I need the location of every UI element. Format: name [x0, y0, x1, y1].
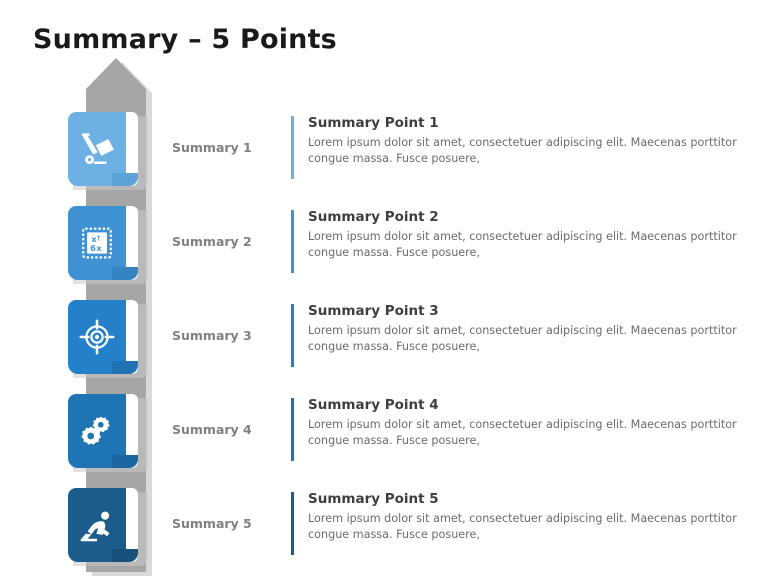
summary-row: Summary 1 Summary Point 1 Lorem ipsum do…	[0, 104, 768, 198]
summary-point-heading: Summary Point 4	[308, 397, 439, 413]
summary-point-body: Lorem ipsum dolor sit amet, consectetuer…	[308, 323, 737, 353]
svg-text:x: x	[96, 243, 102, 253]
accent-bar	[291, 304, 294, 367]
page-title: Summary – 5 Points	[33, 24, 337, 55]
accent-bar	[291, 210, 294, 273]
icon-tile-2[interactable]: x ↑ 6 x	[68, 206, 148, 284]
summary-point-body: Lorem ipsum dolor sit amet, consectetuer…	[308, 135, 737, 165]
summary-text-block: Summary Point 4 Lorem ipsum dolor sit am…	[308, 397, 750, 449]
summary-row: Summary 3 Summary Point 3 Lorem ipsum do…	[0, 292, 768, 386]
runner-start-icon	[75, 501, 119, 549]
summary-text-block: Summary Point 2 Lorem ipsum dolor sit am…	[308, 209, 750, 261]
svg-text:↑: ↑	[96, 235, 102, 243]
summary-point-body: Lorem ipsum dolor sit amet, consectetuer…	[308, 417, 737, 447]
icon-tile-4[interactable]	[68, 394, 148, 472]
tile-page-fold	[112, 267, 138, 280]
summary-point-heading: Summary Point 3	[308, 303, 439, 319]
summary-text-block: Summary Point 1 Lorem ipsum dolor sit am…	[308, 115, 750, 167]
summary-row-label: Summary 4	[172, 422, 252, 437]
target-crosshair-icon	[75, 313, 119, 361]
summary-row-label: Summary 1	[172, 140, 252, 155]
tile-page-fold	[112, 361, 138, 374]
summary-row-label: Summary 3	[172, 328, 252, 343]
summary-row-label: Summary 5	[172, 516, 252, 531]
accent-bar	[291, 492, 294, 555]
summary-row: Summary 5 Summary Point 5 Lorem ipsum do…	[0, 480, 768, 574]
icon-tile-5[interactable]	[68, 488, 148, 566]
icon-tile-3[interactable]	[68, 300, 148, 378]
tile-page-fold	[112, 455, 138, 468]
tile-page-fold	[112, 173, 138, 186]
icon-tile-1[interactable]	[68, 112, 148, 190]
summary-text-block: Summary Point 3 Lorem ipsum dolor sit am…	[308, 303, 750, 355]
summary-row: Summary 4 Summary Point 4 Lorem ipsum do…	[0, 386, 768, 480]
gears-icon	[75, 407, 119, 455]
summary-row: x ↑ 6 x Summary 2 Summary Point 2 Lorem …	[0, 198, 768, 292]
summary-row-label: Summary 2	[172, 234, 252, 249]
summary-point-body: Lorem ipsum dolor sit amet, consectetuer…	[308, 511, 737, 541]
summary-point-heading: Summary Point 5	[308, 491, 439, 507]
accent-bar	[291, 116, 294, 179]
summary-point-body: Lorem ipsum dolor sit amet, consectetuer…	[308, 229, 737, 259]
accent-bar	[291, 398, 294, 461]
summary-text-block: Summary Point 5 Lorem ipsum dolor sit am…	[308, 491, 750, 543]
summary-point-heading: Summary Point 1	[308, 115, 439, 131]
svg-text:6: 6	[90, 243, 96, 253]
summary-point-heading: Summary Point 2	[308, 209, 439, 225]
tile-page-fold	[112, 549, 138, 562]
calculator-math-icon: x ↑ 6 x	[75, 219, 119, 267]
hand-truck-icon	[75, 125, 119, 173]
